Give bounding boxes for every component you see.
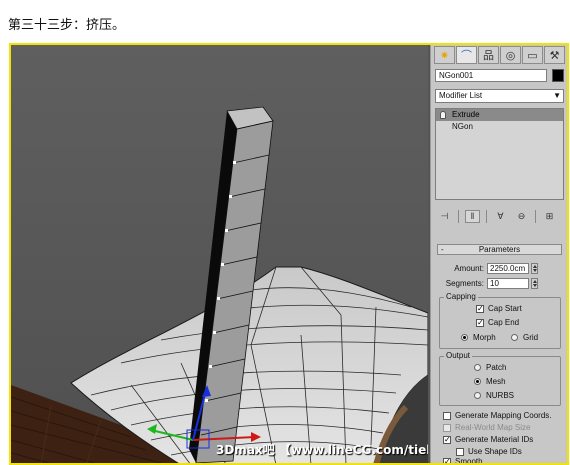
show-end-result-icon[interactable]: ‖ <box>465 209 480 223</box>
morph-label: Morph <box>473 333 496 342</box>
checkbox[interactable] <box>443 457 451 463</box>
amount-label: Amount: <box>454 264 484 273</box>
object-name-field[interactable]: NGon001 <box>435 69 547 82</box>
tab-modify[interactable]: ⌒ <box>456 46 477 64</box>
amount-input[interactable]: 2250.0cm <box>487 263 529 274</box>
smooth-label: Smooth <box>455 457 483 465</box>
amount-spinner[interactable] <box>531 263 538 274</box>
pin-stack-icon[interactable]: ⊣ <box>437 210 452 223</box>
smooth-checkbox[interactable]: Smooth <box>443 457 483 465</box>
real-world-map-checkbox: Real-World Map Size <box>443 423 530 432</box>
mesh-label: Mesh <box>486 377 506 386</box>
toolbar-separator <box>486 209 487 223</box>
modify-curve-icon: ⌒ <box>461 50 472 62</box>
cap-end-label: Cap End <box>488 318 520 327</box>
modifier-list-dropdown[interactable]: Modifier List ▼ <box>435 89 564 103</box>
checkbox[interactable] <box>476 318 484 327</box>
screenshot-frame: 3Dmax吧 【www.lineCG.com/tieba/1771】 ✷ ⌒ 品… <box>9 43 569 465</box>
radio[interactable] <box>461 334 468 341</box>
stack-item-label: NGon <box>452 122 473 131</box>
viewport-scene <box>11 45 428 463</box>
motion-icon: ◎ <box>505 49 516 62</box>
object-color-swatch[interactable] <box>552 69 564 82</box>
perspective-viewport[interactable]: 3Dmax吧 【www.lineCG.com/tieba/1771】 <box>11 45 428 463</box>
step-caption: 第三十三步：挤压。 <box>8 17 126 32</box>
make-unique-icon[interactable]: ∀ <box>493 210 508 223</box>
stack-toolbar: ⊣ ‖ ∀ ⊖ ⊞ <box>437 209 557 223</box>
tab-display[interactable]: ▭ <box>522 46 543 64</box>
grid-label: Grid <box>523 333 539 342</box>
parameters-title: Parameters <box>478 245 521 254</box>
chevron-down-icon: ▼ <box>553 91 561 100</box>
nurbs-radio[interactable]: NURBS <box>474 391 514 400</box>
morph-radio[interactable]: Morph <box>461 333 496 342</box>
modifier-stack: Extrude NGon <box>435 108 564 200</box>
capping-title: Capping <box>444 292 478 301</box>
configure-sets-icon[interactable]: ⊞ <box>542 210 557 223</box>
watermark: 3Dmax吧 【www.lineCG.com/tieba/1771】 <box>216 443 428 457</box>
segments-spinner[interactable] <box>531 278 538 289</box>
checkbox[interactable] <box>476 304 484 313</box>
cap-start-label: Cap Start <box>488 304 522 313</box>
generate-material-ids-label: Generate Material IDs <box>455 435 534 444</box>
mesh-radio[interactable]: Mesh <box>474 377 506 386</box>
sun-icon: ✷ <box>439 49 450 62</box>
nurbs-label: NURBS <box>486 391 515 400</box>
use-shape-ids-label: Use Shape IDs <box>468 447 522 456</box>
toolbar-separator <box>458 209 459 223</box>
radio[interactable] <box>474 364 481 371</box>
cap-start-checkbox[interactable]: Cap Start <box>476 304 522 313</box>
stack-item-ngon[interactable]: NGon <box>436 121 563 133</box>
patch-label: Patch <box>486 363 507 372</box>
command-panel: ✷ ⌒ 品 ◎ ▭ ⚒ NGon001 Modifier List ▼ Extr… <box>430 45 567 465</box>
use-shape-ids-checkbox[interactable]: Use Shape IDs <box>456 447 522 456</box>
command-panel-tabs: ✷ ⌒ 品 ◎ ▭ ⚒ <box>434 46 565 64</box>
checkbox[interactable] <box>443 411 451 420</box>
tab-hierarchy[interactable]: 品 <box>478 46 499 64</box>
segments-label: Segments: <box>445 279 484 288</box>
toolbar-separator <box>535 209 536 223</box>
display-icon: ▭ <box>527 49 538 62</box>
generate-material-ids-checkbox[interactable]: Generate Material IDs <box>443 435 533 444</box>
hierarchy-icon: 品 <box>483 50 494 62</box>
checkbox[interactable] <box>443 435 451 444</box>
parameters-rollout-header[interactable]: - Parameters <box>437 244 562 255</box>
hammer-icon: ⚒ <box>549 49 560 62</box>
segments-row: Segments: 10 <box>439 278 538 289</box>
collapse-icon: - <box>441 245 444 254</box>
tab-utilities[interactable]: ⚒ <box>544 46 565 64</box>
real-world-map-label: Real-World Map Size <box>455 423 531 432</box>
modifier-list-label: Modifier List <box>439 91 483 100</box>
cap-end-checkbox[interactable]: Cap End <box>476 318 519 327</box>
checkbox[interactable] <box>456 447 464 456</box>
tab-create[interactable]: ✷ <box>434 46 455 64</box>
tab-motion[interactable]: ◎ <box>500 46 521 64</box>
grid-radio[interactable]: Grid <box>511 333 538 342</box>
stack-item-label: Extrude <box>452 110 480 119</box>
stack-item-extrude[interactable]: Extrude <box>436 109 563 121</box>
radio[interactable] <box>474 378 481 385</box>
radio[interactable] <box>511 334 518 341</box>
patch-radio[interactable]: Patch <box>474 363 506 372</box>
radio[interactable] <box>474 392 481 399</box>
output-title: Output <box>444 351 473 360</box>
segments-input[interactable]: 10 <box>487 278 529 289</box>
generate-mapping-label: Generate Mapping Coords. <box>455 411 552 420</box>
lightbulb-icon[interactable] <box>440 111 446 119</box>
remove-modifier-icon[interactable]: ⊖ <box>514 210 529 223</box>
checkbox <box>443 423 451 432</box>
amount-row: Amount: 2250.0cm <box>439 263 538 274</box>
generate-mapping-checkbox[interactable]: Generate Mapping Coords. <box>443 411 552 420</box>
